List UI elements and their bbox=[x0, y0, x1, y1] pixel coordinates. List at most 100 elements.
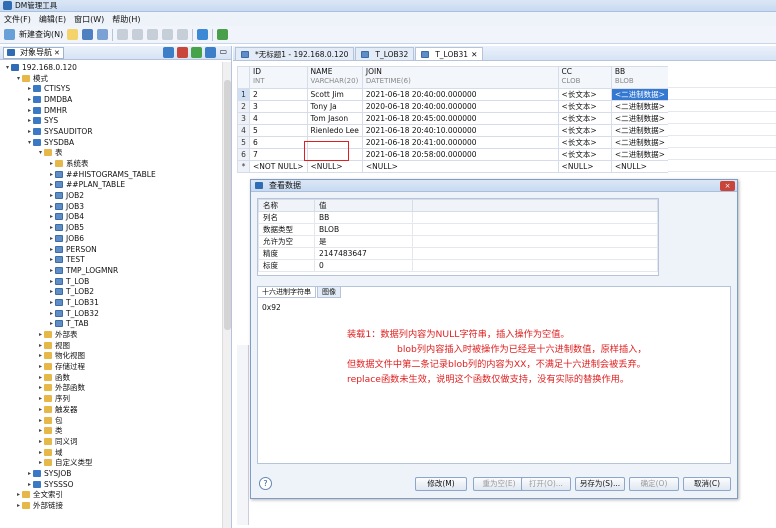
tree-node[interactable]: ▸ 存储过程 bbox=[0, 361, 222, 372]
modify-button[interactable]: 修改(M) bbox=[415, 477, 467, 491]
tree-node[interactable]: ▸ T_TAB bbox=[0, 319, 222, 330]
open-button[interactable]: 打开(O)... bbox=[521, 477, 571, 491]
collapsed-icon[interactable]: ▸ bbox=[26, 96, 33, 103]
tree-node[interactable]: ▸ SYSSSO bbox=[0, 479, 222, 490]
collapsed-icon[interactable]: ▸ bbox=[48, 235, 55, 242]
save-as-button[interactable]: 另存为(S)... bbox=[575, 477, 625, 491]
collapsed-icon[interactable]: ▸ bbox=[48, 267, 55, 274]
column-header-bb[interactable]: BB BLOB bbox=[610, 66, 670, 89]
collapsed-icon[interactable]: ▸ bbox=[48, 192, 55, 199]
cell-join[interactable]: <NULL> bbox=[361, 160, 559, 173]
collapsed-icon[interactable]: ▸ bbox=[26, 85, 33, 92]
collapsed-icon[interactable]: ▸ bbox=[48, 256, 55, 263]
tree-node[interactable]: ▸ 同义词 bbox=[0, 436, 222, 447]
new-file-icon[interactable] bbox=[67, 29, 79, 40]
tree-node[interactable]: ▾ 表 bbox=[0, 148, 222, 159]
cell-name[interactable]: <NULL> bbox=[306, 160, 363, 173]
collapsed-icon[interactable]: ▸ bbox=[15, 502, 22, 509]
tab-t-lob32[interactable]: T_LOB32 bbox=[355, 47, 415, 60]
tree-node[interactable]: ▸ DMHR bbox=[0, 105, 222, 116]
cell-bb[interactable]: <二进制数据> bbox=[610, 148, 670, 161]
new-query-button[interactable]: 新建查询(N) bbox=[19, 29, 63, 40]
collapsed-icon[interactable]: ▸ bbox=[37, 417, 44, 424]
tree-node[interactable]: ▸ CTISYS bbox=[0, 83, 222, 94]
save-all-icon[interactable] bbox=[97, 29, 109, 40]
expanded-icon[interactable]: ▾ bbox=[15, 75, 22, 82]
menu-window[interactable]: 窗口(W) bbox=[74, 14, 104, 25]
object-navigator-tab[interactable]: 对象导航 ✕ bbox=[3, 46, 64, 59]
tree-node[interactable]: ▸ 函数 bbox=[0, 372, 222, 383]
collapsed-icon[interactable]: ▸ bbox=[26, 481, 33, 488]
collapsed-icon[interactable]: ▸ bbox=[37, 384, 44, 391]
cell-join[interactable]: 2021-06-18 20:58:00.000000 bbox=[361, 148, 559, 161]
cell-cc[interactable]: <长文本> bbox=[557, 100, 612, 113]
menu-edit[interactable]: 编辑(E) bbox=[39, 14, 66, 25]
tree-node[interactable]: ▸ TMP_LOGMNR bbox=[0, 265, 222, 276]
refresh-icon[interactable] bbox=[191, 47, 203, 58]
collapsed-icon[interactable]: ▸ bbox=[37, 374, 44, 381]
collapsed-icon[interactable]: ▸ bbox=[15, 491, 22, 498]
column-header-id[interactable]: ID INT bbox=[248, 66, 308, 89]
collapsed-icon[interactable]: ▸ bbox=[48, 224, 55, 231]
tree-node[interactable]: ▸ T_LOB bbox=[0, 276, 222, 287]
tree-node[interactable]: ▸ 系统表 bbox=[0, 158, 222, 169]
tree-node[interactable]: ▸ TEST bbox=[0, 254, 222, 265]
row-number[interactable]: 4 bbox=[237, 124, 250, 137]
cell-bb[interactable]: <二进制数据> bbox=[610, 136, 670, 149]
collapsed-icon[interactable]: ▸ bbox=[48, 288, 55, 295]
collapsed-icon[interactable]: ▸ bbox=[48, 310, 55, 317]
cell-name[interactable]: Tom Jason bbox=[306, 112, 363, 125]
new-query-icon[interactable] bbox=[4, 29, 15, 40]
collapsed-icon[interactable]: ▸ bbox=[48, 278, 55, 285]
replace-icon[interactable] bbox=[177, 29, 189, 40]
tree-node[interactable]: ▸ 物化视图 bbox=[0, 351, 222, 362]
collapsed-icon[interactable]: ▸ bbox=[37, 342, 44, 349]
find-icon[interactable] bbox=[162, 29, 174, 40]
filter-icon[interactable] bbox=[205, 47, 217, 58]
column-header-join[interactable]: JOIN DATETIME(6) bbox=[361, 66, 559, 89]
help-icon[interactable]: ? bbox=[259, 477, 272, 490]
tree-node[interactable]: ▸ PERSON bbox=[0, 244, 222, 255]
home-icon[interactable] bbox=[197, 29, 209, 40]
ok-button[interactable]: 确定(O) bbox=[629, 477, 679, 491]
tree-node[interactable]: ▸ 序列 bbox=[0, 393, 222, 404]
cell-join[interactable]: 2021-06-18 20:41:00.000000 bbox=[361, 136, 559, 149]
collapsed-icon[interactable]: ▸ bbox=[48, 213, 55, 220]
tree-node[interactable]: ▸ JOB3 bbox=[0, 201, 222, 212]
collapsed-icon[interactable]: ▸ bbox=[26, 107, 33, 114]
reset-null-button[interactable]: 重为空(E) bbox=[473, 477, 525, 491]
cell-join[interactable]: 2021-06-18 20:40:10.000000 bbox=[361, 124, 559, 137]
tree-node[interactable]: ▾ SYSDBA bbox=[0, 137, 222, 148]
copy-icon[interactable] bbox=[132, 29, 144, 40]
collapsed-icon[interactable]: ▸ bbox=[37, 427, 44, 434]
tree-node[interactable]: ▸ 外部表 bbox=[0, 329, 222, 340]
tree-node[interactable]: ▸ ##HISTOGRAMS_TABLE bbox=[0, 169, 222, 180]
row-number[interactable]: 1 bbox=[237, 88, 250, 101]
cell-bb[interactable]: <二进制数据> bbox=[610, 100, 670, 113]
connect-icon[interactable] bbox=[163, 47, 175, 58]
disconnect-icon[interactable] bbox=[177, 47, 189, 58]
tree-node[interactable]: ▸ T_LOB31 bbox=[0, 297, 222, 308]
row-number[interactable]: 3 bbox=[237, 112, 250, 125]
scrollbar-thumb[interactable] bbox=[224, 80, 231, 330]
cell-id[interactable]: 6 bbox=[248, 136, 308, 149]
collapsed-icon[interactable]: ▸ bbox=[37, 395, 44, 402]
collapsed-icon[interactable]: ▸ bbox=[48, 171, 55, 178]
collapsed-icon[interactable]: ▸ bbox=[48, 246, 55, 253]
collapsed-icon[interactable]: ▸ bbox=[37, 438, 44, 445]
tab-untitled-query[interactable]: *无标题1 - 192.168.0.120 bbox=[235, 47, 355, 60]
cell-cc[interactable]: <长文本> bbox=[557, 112, 612, 125]
tab-image[interactable]: 图像 bbox=[317, 286, 341, 298]
row-number[interactable]: 6 bbox=[237, 148, 250, 161]
tree-node[interactable]: ▸ 外部链接 bbox=[0, 500, 222, 511]
cell-name[interactable]: Scott Jim bbox=[306, 88, 363, 101]
tree-node[interactable]: ▸ DMDBA bbox=[0, 94, 222, 105]
cell-bb[interactable]: <二进制数据> bbox=[610, 88, 670, 101]
tree-node[interactable]: ▸ JOB5 bbox=[0, 222, 222, 233]
cell-name[interactable]: Rienledo Lee bbox=[306, 124, 363, 137]
cancel-button[interactable]: 取消(C) bbox=[683, 477, 731, 491]
cell-cc[interactable]: <NULL> bbox=[557, 160, 612, 173]
tree-node[interactable]: ▾ 模式 bbox=[0, 73, 222, 84]
cell-cc[interactable]: <长文本> bbox=[557, 136, 612, 149]
minimize-icon[interactable]: ▭ bbox=[219, 47, 227, 58]
